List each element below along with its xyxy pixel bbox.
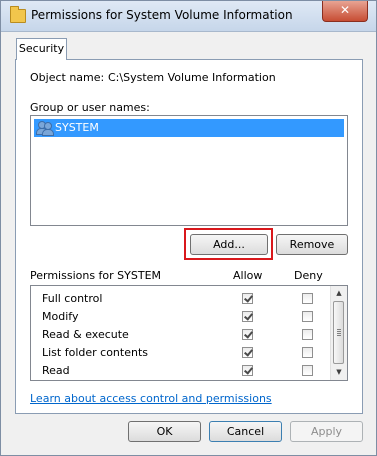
scroll-up-arrow-icon[interactable]: ▲ (331, 286, 347, 301)
folder-icon (10, 6, 26, 23)
permission-name: Read & execute (42, 328, 129, 341)
cancel-button[interactable]: Cancel (209, 421, 282, 442)
allow-checkbox[interactable] (242, 329, 253, 340)
permission-row: List folder contents (31, 343, 331, 361)
permissions-dialog: Permissions for System Volume Informatio… (0, 0, 377, 456)
ok-button[interactable]: OK (128, 421, 201, 442)
permission-name: List folder contents (42, 346, 148, 359)
remove-button[interactable]: Remove (276, 234, 348, 255)
deny-checkbox[interactable] (302, 311, 313, 322)
permission-name: Full control (42, 292, 103, 305)
title-bar[interactable]: Permissions for System Volume Informatio… (1, 1, 376, 32)
deny-checkbox[interactable] (302, 329, 313, 340)
permission-name: Modify (42, 310, 79, 323)
allow-checkbox[interactable] (242, 347, 253, 358)
permissions-scrollbar[interactable]: ▲ ▼ (330, 286, 347, 380)
allow-checkbox[interactable] (242, 293, 253, 304)
users-icon (36, 121, 54, 136)
permission-row: Read (31, 361, 331, 379)
scroll-thumb[interactable] (333, 301, 344, 364)
deny-checkbox[interactable] (302, 365, 313, 376)
object-name-value: C:\System Volume Information (108, 71, 276, 84)
permission-row-partial (31, 379, 331, 380)
access-control-help-link[interactable]: Learn about access control and permissio… (30, 392, 272, 405)
permission-row: Modify (31, 307, 331, 325)
deny-checkbox[interactable] (302, 293, 313, 304)
allow-column-header: Allow (233, 269, 263, 282)
permission-row: Full control (31, 289, 331, 307)
window-title: Permissions for System Volume Informatio… (31, 8, 293, 22)
permissions-label: Permissions for SYSTEM (30, 269, 162, 282)
object-name-label: Object name: (30, 71, 105, 84)
add-button[interactable]: Add... (190, 234, 268, 255)
allow-checkbox[interactable] (242, 365, 253, 376)
user-name: SYSTEM (55, 121, 99, 134)
tab-security[interactable]: Security (16, 38, 67, 60)
allow-checkbox[interactable] (242, 311, 253, 322)
user-list[interactable]: SYSTEM (30, 115, 348, 226)
scroll-down-arrow-icon[interactable]: ▼ (331, 365, 347, 380)
deny-column-header: Deny (294, 269, 323, 282)
group-names-label: Group or user names: (30, 101, 150, 114)
apply-button[interactable]: Apply (290, 421, 363, 442)
close-button[interactable]: ✕ (322, 1, 368, 22)
permission-row: Read & execute (31, 325, 331, 343)
list-item-system[interactable]: SYSTEM (34, 119, 344, 137)
permissions-list: Full control Modify Read & execute List … (30, 285, 348, 381)
permission-name: Read (42, 364, 70, 377)
deny-checkbox[interactable] (302, 347, 313, 358)
